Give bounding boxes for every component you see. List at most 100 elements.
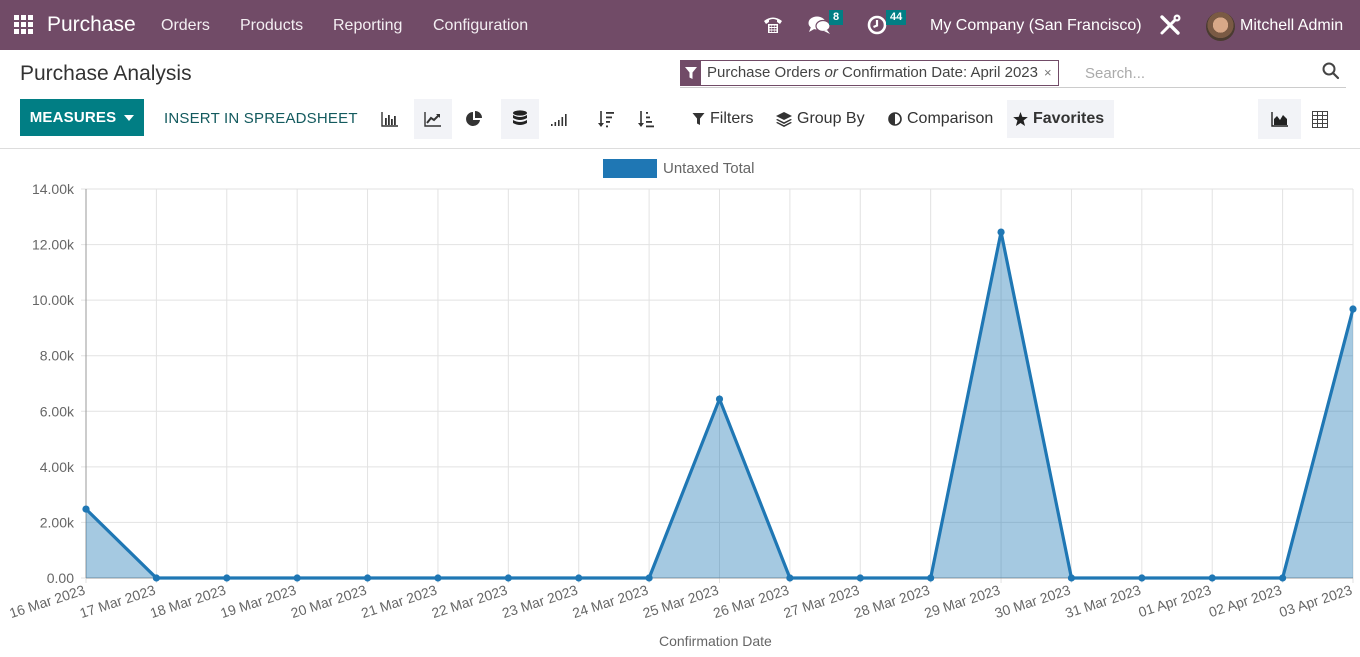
phone-icon: [764, 17, 782, 33]
x-tick-label: 24 Mar 2023: [570, 582, 650, 622]
clock-icon: [867, 15, 887, 35]
sort-descending-icon: [598, 111, 614, 128]
x-tick-label: 17 Mar 2023: [78, 582, 158, 622]
sort-ascending-icon: [638, 111, 654, 128]
messages-button[interactable]: 8: [808, 0, 844, 50]
data-point: [152, 574, 160, 582]
data-point: [223, 574, 231, 582]
x-tick-label: 02 Apr 2023: [1207, 582, 1284, 621]
measures-label: MEASURES: [29, 109, 117, 126]
avatar: [1206, 11, 1235, 41]
top-navbar: Purchase Orders Products Reporting Confi…: [0, 0, 1360, 50]
data-point: [1208, 574, 1216, 582]
area-chart-icon: [1270, 112, 1288, 127]
line-chart-icon: [424, 112, 441, 127]
menu-orders[interactable]: Orders: [161, 17, 210, 35]
company-switcher[interactable]: My Company (San Francisco): [930, 17, 1142, 35]
group-by-button[interactable]: Group By: [770, 100, 871, 138]
messages-badge: 8: [829, 10, 844, 25]
data-point: [1138, 574, 1146, 582]
apps-grid-icon[interactable]: [14, 15, 33, 34]
facet-remove-button[interactable]: ×: [1044, 61, 1058, 85]
user-name: Mitchell Admin: [1240, 17, 1344, 34]
signal-bars-icon: [551, 114, 567, 126]
y-tick-label: 6.00k: [40, 403, 75, 419]
x-tick-label: 28 Mar 2023: [852, 582, 932, 622]
facet-value: Purchase Orders or Confirmation Date: Ap…: [707, 64, 1038, 81]
cumulative-button[interactable]: [540, 99, 578, 139]
activities-button[interactable]: 44: [866, 0, 907, 50]
data-point: [434, 574, 442, 582]
sort-ascending-button[interactable]: [627, 99, 665, 139]
y-tick-label: 14.00k: [32, 181, 75, 197]
search-input[interactable]: [1085, 62, 1305, 84]
data-point: [363, 574, 372, 582]
caret-down-icon: [124, 114, 135, 121]
data-point: [1279, 574, 1287, 582]
sort-descending-button[interactable]: [587, 99, 625, 139]
x-tick-label: 01 Apr 2023: [1136, 582, 1213, 621]
x-tick-label: 27 Mar 2023: [781, 582, 861, 622]
x-axis-label: Confirmation Date: [659, 633, 772, 649]
search-icon[interactable]: [1322, 62, 1340, 80]
activities-badge: 44: [886, 10, 907, 25]
x-tick-label: 18 Mar 2023: [148, 582, 228, 622]
filter-facet-icon: [681, 61, 701, 85]
x-tick-label: 23 Mar 2023: [500, 582, 580, 622]
data-point: [575, 574, 583, 582]
y-tick-label: 12.00k: [32, 237, 75, 253]
legend-item[interactable]: Untaxed Total: [603, 159, 754, 178]
data-point: [1067, 574, 1076, 582]
data-point: [82, 505, 90, 513]
filters-label: Filters: [710, 110, 754, 127]
data-point: [504, 574, 512, 582]
x-tick-label: 19 Mar 2023: [218, 582, 298, 622]
y-tick-label: 0.00: [47, 570, 74, 586]
menu-reporting[interactable]: Reporting: [333, 17, 402, 35]
x-tick-label: 03 Apr 2023: [1277, 582, 1354, 621]
comparison-button[interactable]: Comparison: [882, 100, 999, 138]
tools-icon: [1160, 14, 1181, 35]
half-circle-icon: [888, 112, 902, 126]
data-point: [786, 574, 794, 582]
data-point: [715, 395, 724, 403]
user-menu[interactable]: Mitchell Admin: [1206, 11, 1343, 41]
bar-chart-button[interactable]: [371, 99, 409, 139]
filter-icon: [692, 112, 705, 125]
measures-button[interactable]: MEASURES: [20, 99, 144, 136]
filters-button[interactable]: Filters: [686, 100, 760, 138]
phone-button[interactable]: [762, 0, 784, 50]
favorites-button[interactable]: Favorites: [1007, 100, 1114, 138]
pie-chart-icon: [466, 111, 482, 126]
group-by-label: Group By: [797, 110, 865, 127]
x-tick-label: 31 Mar 2023: [1063, 582, 1143, 622]
y-tick-label: 4.00k: [40, 459, 75, 475]
pivot-view-button[interactable]: [1301, 99, 1339, 139]
line-chart-button[interactable]: [414, 99, 452, 139]
x-tick-label: 21 Mar 2023: [359, 582, 439, 622]
insert-in-spreadsheet-button[interactable]: INSERT IN SPREADSHEET: [164, 110, 358, 127]
data-point: [856, 574, 864, 582]
menu-configuration[interactable]: Configuration: [433, 17, 528, 35]
layers-icon: [776, 111, 792, 127]
line-chart: 0.00 2.00k 4.00k 6.00k 8.00k 10.00k 12.00k 14.0…: [7, 181, 1357, 622]
stacked-button[interactable]: [501, 99, 539, 139]
pie-chart-button[interactable]: [455, 99, 493, 139]
data-point: [997, 228, 1005, 236]
favorites-label: Favorites: [1033, 110, 1105, 127]
data-point: [927, 574, 935, 582]
data-point: [645, 574, 653, 582]
graph-view-button[interactable]: [1258, 99, 1301, 139]
comparison-label: Comparison: [907, 110, 994, 127]
debug-tools-button[interactable]: [1158, 0, 1182, 50]
y-tick-label: 8.00k: [40, 348, 75, 364]
menu-products[interactable]: Products: [240, 17, 303, 35]
x-tick-label: 20 Mar 2023: [289, 582, 369, 622]
bar-chart-icon: [381, 112, 398, 127]
star-icon: [1013, 112, 1028, 126]
x-tick-label: 16 Mar 2023: [7, 582, 87, 622]
app-name[interactable]: Purchase: [47, 13, 136, 37]
x-tick-label: 29 Mar 2023: [922, 582, 1002, 622]
search-bar: Purchase Orders or Confirmation Date: Ap…: [680, 60, 1346, 88]
table-grid-icon: [1312, 110, 1328, 128]
